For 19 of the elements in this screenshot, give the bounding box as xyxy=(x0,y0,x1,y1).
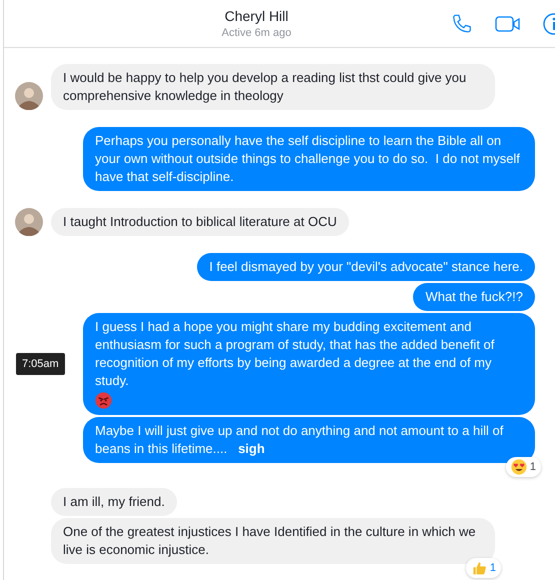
message-text: What the fuck?!? xyxy=(425,289,523,304)
reaction-badge[interactable]: 1 xyxy=(466,558,501,578)
message-text: I taught Introduction to biblical literature at OCU xyxy=(63,214,337,229)
message-text: I feel dismayed by your "devil's advocate" stance here. xyxy=(209,259,523,274)
video-camera-icon[interactable] xyxy=(495,14,521,32)
message-text: Perhaps you personally have the self discipline to learn the Bible all on your own without outside things to challenge you to do so. I do not myself have that self-discipline. xyxy=(95,133,521,184)
active-status: Active 6m ago xyxy=(222,27,292,39)
message-text: One of the greatest injustices I have Identified in the culture in which we live is economic injustice. xyxy=(63,524,477,557)
timestamp-tooltip: 7:05am xyxy=(16,353,65,375)
angry-face-icon xyxy=(95,392,112,409)
message-text: I would be happy to help you develop a reading list thst could give you comprehensive knowledge in theology xyxy=(63,70,468,103)
phone-icon[interactable] xyxy=(451,12,473,34)
message-text: Maybe I will just give up and not do anything and not amount to a hill of beans in this lifetime.... sigh xyxy=(95,423,504,456)
message-text: I guess I had a hope you might share my budding excitement and enthusiasm for such a program of study, that has the added benefit of recognition of my efforts by being awarded a degree at the end of my study. xyxy=(95,319,496,388)
reaction-badge[interactable]: 1 xyxy=(506,457,541,477)
heart-eyes-face-icon xyxy=(510,459,527,475)
message-text: I am ill, my friend. xyxy=(63,494,165,509)
contact-name: Cheryl Hill xyxy=(224,8,288,24)
thumbs-up-icon xyxy=(470,560,487,576)
